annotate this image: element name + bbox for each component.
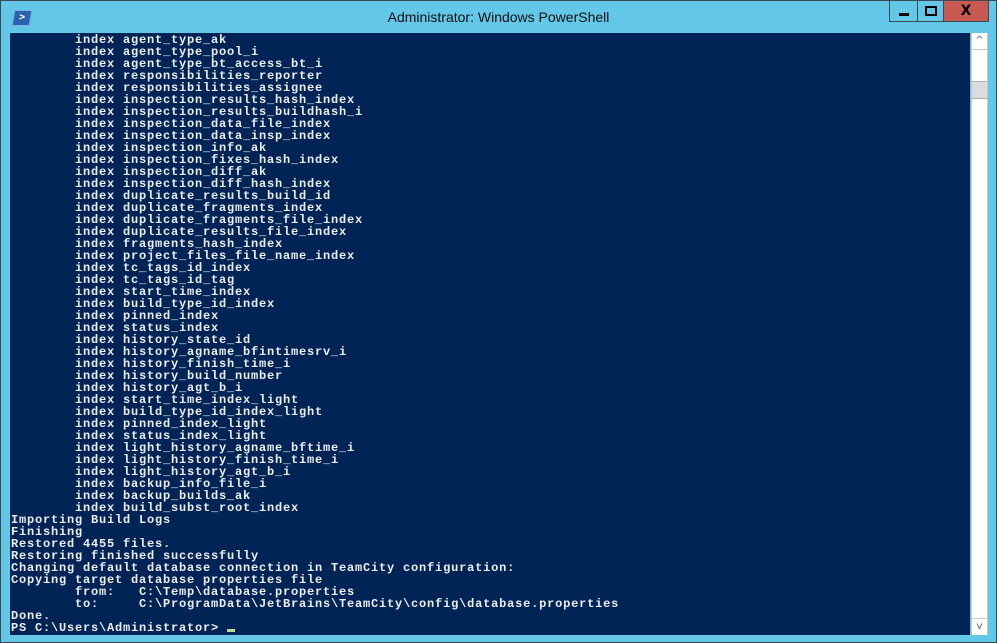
chevron-down-icon: v [976, 621, 983, 632]
text-cursor [227, 629, 236, 632]
vertical-scrollbar[interactable]: ^ v [971, 33, 988, 635]
console-lines: index agent_type_ak index agent_type_poo… [11, 34, 619, 634]
prompt-line[interactable]: PS C:\Users\Administrator> [11, 622, 619, 634]
console-output[interactable]: index agent_type_ak index agent_type_poo… [10, 33, 970, 635]
scroll-down-button[interactable]: v [972, 618, 987, 635]
chevron-up-icon: ^ [975, 35, 984, 46]
prompt-text: PS C:\Users\Administrator> [11, 621, 228, 635]
minimize-button[interactable] [889, 1, 918, 22]
title-bar[interactable]: > Administrator: Windows PowerShell X [1, 1, 996, 33]
close-icon: X [960, 3, 972, 19]
powershell-window: > Administrator: Windows PowerShell X in… [0, 0, 997, 643]
maximize-button[interactable] [917, 1, 944, 22]
console-line: Importing Build Logs [11, 513, 172, 527]
close-button[interactable]: X [943, 1, 989, 22]
scrollbar-thumb[interactable] [972, 81, 987, 99]
scroll-up-button[interactable]: ^ [972, 33, 987, 50]
console-line: to: C:\ProgramData\JetBrains\TeamCity\co… [11, 597, 620, 611]
minimize-icon [898, 12, 909, 16]
maximize-icon [924, 6, 937, 16]
window-title: Administrator: Windows PowerShell [387, 9, 610, 25]
